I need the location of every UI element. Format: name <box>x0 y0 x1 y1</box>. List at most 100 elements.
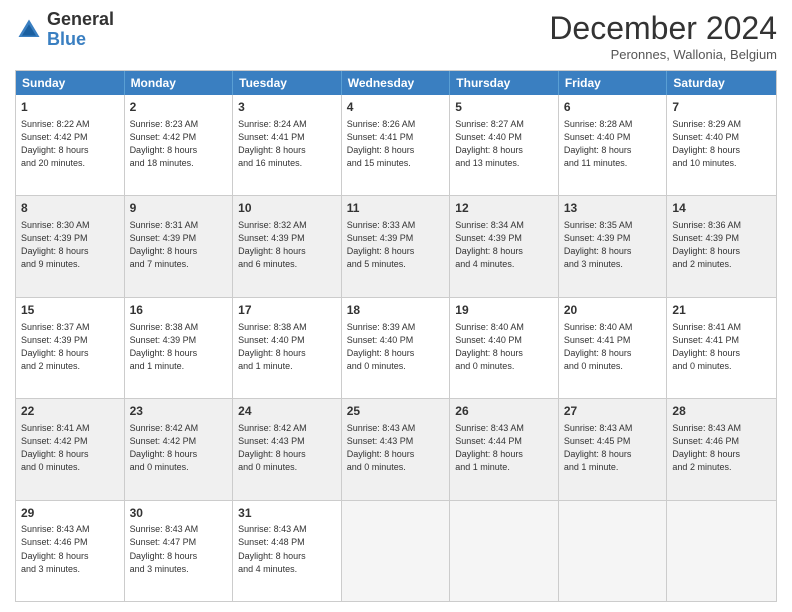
logo: General Blue <box>15 10 114 50</box>
cell-line: Sunset: 4:39 PM <box>130 232 228 245</box>
day-number: 20 <box>564 302 662 319</box>
cell-line: and 16 minutes. <box>238 157 336 170</box>
cell-line: and 3 minutes. <box>564 258 662 271</box>
cell-line: and 0 minutes. <box>455 360 553 373</box>
cell-line: and 2 minutes. <box>21 360 119 373</box>
cell-line: Daylight: 8 hours <box>347 245 445 258</box>
cell-line: Daylight: 8 hours <box>21 245 119 258</box>
calendar-cell: 2Sunrise: 8:23 AMSunset: 4:42 PMDaylight… <box>125 95 234 195</box>
cell-line: Sunrise: 8:36 AM <box>672 219 771 232</box>
cell-line: Sunrise: 8:43 AM <box>672 422 771 435</box>
day-number: 22 <box>21 403 119 420</box>
day-number: 4 <box>347 99 445 116</box>
calendar-cell: 1Sunrise: 8:22 AMSunset: 4:42 PMDaylight… <box>16 95 125 195</box>
calendar-cell: 29Sunrise: 8:43 AMSunset: 4:46 PMDayligh… <box>16 501 125 601</box>
cell-line: and 4 minutes. <box>238 563 336 576</box>
header-day-friday: Friday <box>559 71 668 95</box>
cell-line: Sunrise: 8:29 AM <box>672 118 771 131</box>
day-number: 25 <box>347 403 445 420</box>
cell-line: Daylight: 8 hours <box>130 448 228 461</box>
cell-line: Sunrise: 8:23 AM <box>130 118 228 131</box>
cell-line: and 0 minutes. <box>130 461 228 474</box>
cell-line: Sunset: 4:42 PM <box>21 435 119 448</box>
cell-line: and 10 minutes. <box>672 157 771 170</box>
calendar-row-4: 29Sunrise: 8:43 AMSunset: 4:46 PMDayligh… <box>16 501 776 601</box>
calendar-cell: 12Sunrise: 8:34 AMSunset: 4:39 PMDayligh… <box>450 196 559 296</box>
cell-line: Sunset: 4:40 PM <box>347 334 445 347</box>
header-day-sunday: Sunday <box>16 71 125 95</box>
cell-line: Sunset: 4:39 PM <box>21 334 119 347</box>
calendar-cell: 8Sunrise: 8:30 AMSunset: 4:39 PMDaylight… <box>16 196 125 296</box>
calendar-cell: 21Sunrise: 8:41 AMSunset: 4:41 PMDayligh… <box>667 298 776 398</box>
cell-line: and 0 minutes. <box>347 461 445 474</box>
cell-line: Sunrise: 8:35 AM <box>564 219 662 232</box>
cell-line: Sunrise: 8:40 AM <box>564 321 662 334</box>
calendar-cell <box>450 501 559 601</box>
cell-line: Daylight: 8 hours <box>238 347 336 360</box>
cell-line: Sunrise: 8:43 AM <box>564 422 662 435</box>
cell-line: and 1 minute. <box>238 360 336 373</box>
day-number: 29 <box>21 505 119 522</box>
calendar-cell: 18 Sunrise: 8:39 AMSunset: 4:40 PMDayligh… <box>342 298 451 398</box>
cell-line: and 6 minutes. <box>238 258 336 271</box>
cell-line: and 2 minutes. <box>672 461 771 474</box>
cell-line: Sunset: 4:44 PM <box>455 435 553 448</box>
cell-line: Sunrise: 8:24 AM <box>238 118 336 131</box>
logo-blue: Blue <box>47 30 114 50</box>
cell-line: and 9 minutes. <box>21 258 119 271</box>
day-number: 2 <box>130 99 228 116</box>
calendar-cell: 7Sunrise: 8:29 AMSunset: 4:40 PMDaylight… <box>667 95 776 195</box>
day-number: 27 <box>564 403 662 420</box>
day-number: 15 <box>21 302 119 319</box>
calendar-cell: 28Sunrise: 8:43 AMSunset: 4:46 PMDayligh… <box>667 399 776 499</box>
cell-line: Sunrise: 8:43 AM <box>21 523 119 536</box>
cell-line: Sunset: 4:46 PM <box>672 435 771 448</box>
cell-line: and 0 minutes. <box>564 360 662 373</box>
cell-line: Sunset: 4:39 PM <box>21 232 119 245</box>
calendar-cell: 17Sunrise: 8:38 AMSunset: 4:40 PMDayligh… <box>233 298 342 398</box>
cell-line: and 20 minutes. <box>21 157 119 170</box>
cell-line: Sunset: 4:42 PM <box>130 131 228 144</box>
cell-line: Daylight: 8 hours <box>672 245 771 258</box>
calendar-header: SundayMondayTuesdayWednesdayThursdayFrid… <box>16 71 776 95</box>
cell-line: Sunset: 4:40 PM <box>238 334 336 347</box>
cell-line: Sunrise: 8:22 AM <box>21 118 119 131</box>
cell-line: Sunset: 4:41 PM <box>238 131 336 144</box>
header-day-thursday: Thursday <box>450 71 559 95</box>
header: General Blue December 2024 Peronnes, Wal… <box>15 10 777 62</box>
calendar-cell: 16Sunrise: 8:38 AMSunset: 4:39 PMDayligh… <box>125 298 234 398</box>
cell-line: Sunrise: 8:41 AM <box>672 321 771 334</box>
cell-line: Daylight: 8 hours <box>347 448 445 461</box>
cell-line: Sunrise: 8:43 AM <box>238 523 336 536</box>
cell-line: and 1 minute. <box>564 461 662 474</box>
day-number: 21 <box>672 302 771 319</box>
calendar-cell: 11Sunrise: 8:33 AMSunset: 4:39 PMDayligh… <box>342 196 451 296</box>
calendar-cell: 3Sunrise: 8:24 AMSunset: 4:41 PMDaylight… <box>233 95 342 195</box>
calendar-cell: 30Sunrise: 8:43 AMSunset: 4:47 PMDayligh… <box>125 501 234 601</box>
cell-line: Daylight: 8 hours <box>672 144 771 157</box>
logo-general: General <box>47 10 114 30</box>
cell-line: Sunrise: 8:30 AM <box>21 219 119 232</box>
cell-line: Sunrise: 8:38 AM <box>238 321 336 334</box>
calendar-cell: 22Sunrise: 8:41 AMSunset: 4:42 PMDayligh… <box>16 399 125 499</box>
header-day-saturday: Saturday <box>667 71 776 95</box>
day-number: 30 <box>130 505 228 522</box>
cell-line: Sunrise: 8:43 AM <box>130 523 228 536</box>
day-number: 18 <box>347 302 445 319</box>
cell-line: Sunrise: 8:39 AM <box>347 321 445 334</box>
cell-line: Daylight: 8 hours <box>564 347 662 360</box>
calendar-row-0: 1Sunrise: 8:22 AMSunset: 4:42 PMDaylight… <box>16 95 776 196</box>
cell-line: Daylight: 8 hours <box>347 347 445 360</box>
cell-line: Daylight: 8 hours <box>21 347 119 360</box>
day-number: 19 <box>455 302 553 319</box>
cell-line: Daylight: 8 hours <box>455 347 553 360</box>
calendar-cell: 6Sunrise: 8:28 AMSunset: 4:40 PMDaylight… <box>559 95 668 195</box>
cell-line: Sunrise: 8:38 AM <box>130 321 228 334</box>
calendar-row-1: 8Sunrise: 8:30 AMSunset: 4:39 PMDaylight… <box>16 196 776 297</box>
page: General Blue December 2024 Peronnes, Wal… <box>0 0 792 612</box>
cell-line: Sunset: 4:42 PM <box>21 131 119 144</box>
day-number: 14 <box>672 200 771 217</box>
day-number: 3 <box>238 99 336 116</box>
calendar-row-2: 15Sunrise: 8:37 AMSunset: 4:39 PMDayligh… <box>16 298 776 399</box>
title-block: December 2024 Peronnes, Wallonia, Belgiu… <box>549 10 777 62</box>
